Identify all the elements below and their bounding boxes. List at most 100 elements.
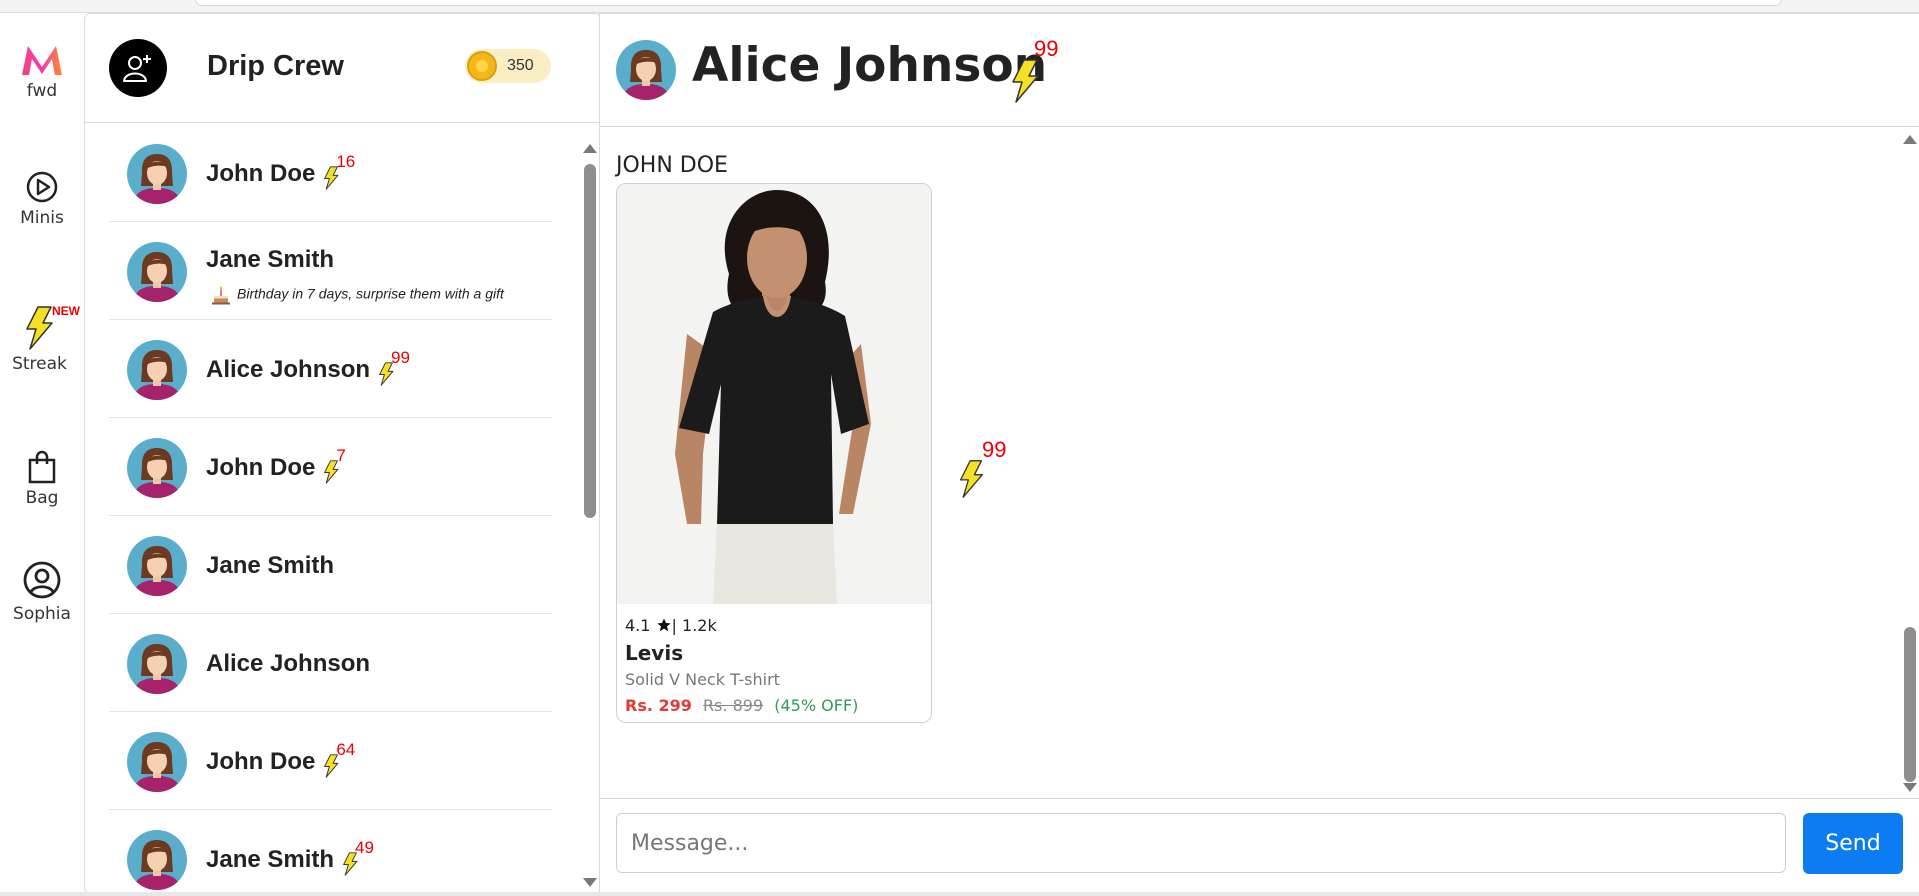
product-brand: Levis	[625, 641, 684, 665]
streak-indicator: 49	[340, 838, 374, 876]
avatar	[127, 830, 187, 890]
nav-label-minis: Minis	[20, 208, 64, 228]
product-mrp: Rs. 899	[702, 696, 764, 715]
scrollbar-thumb[interactable]	[584, 164, 596, 518]
nav-item-streak[interactable]: NEW Streak	[0, 304, 84, 374]
streak-indicator: 64	[321, 740, 355, 778]
message-composer: Send	[600, 798, 1919, 894]
contact-item[interactable]: Jane Smith	[109, 516, 552, 614]
rating-value: 4.1	[625, 616, 651, 635]
contacts-panel: Drip Crew 350 John Doe 16 Jane Smith Birthd…	[84, 13, 601, 894]
side-nav: fwd Minis NEW Streak Bag Sophia	[0, 13, 84, 896]
scroll-up-arrow-icon[interactable]	[1903, 135, 1917, 144]
shopping-bag-icon	[28, 450, 56, 484]
chat-scrollbar[interactable]	[1902, 127, 1918, 797]
contact-item[interactable]: Jane Smith Birthday in 7 days, surprise t…	[109, 222, 552, 320]
nav-item-fwd[interactable]: fwd	[0, 43, 84, 101]
send-button[interactable]: Send	[1803, 813, 1903, 874]
play-circle-icon	[26, 171, 58, 203]
contact-name-text: Jane Smith	[206, 846, 335, 873]
product-card[interactable]: 4.1 | 1.2k Levis Solid V Neck T-shirt Rs…	[616, 183, 932, 723]
contact-list-scrollbar[interactable]	[583, 124, 597, 893]
browser-top-bar	[0, 0, 1919, 13]
contact-name-text: Jane Smith	[206, 246, 335, 273]
avatar	[127, 144, 187, 204]
streak-count: 7	[336, 445, 346, 465]
nav-item-profile[interactable]: Sophia	[0, 560, 84, 624]
add-user-icon	[123, 55, 151, 82]
avatar	[127, 340, 187, 400]
contact-subtitle-text: Birthday in 7 days, surprise them with a…	[237, 285, 504, 302]
myntra-logo-icon	[22, 46, 62, 75]
streak-count: 99	[391, 347, 410, 367]
message-input[interactable]	[616, 813, 1786, 873]
scrollbar-thumb[interactable]	[1904, 627, 1916, 782]
contact-item[interactable]: John Doe 7	[109, 418, 552, 516]
avatar	[127, 536, 187, 596]
address-bar[interactable]	[195, 0, 1782, 6]
product-image[interactable]	[617, 184, 931, 604]
scroll-down-arrow-icon[interactable]	[583, 878, 597, 887]
nav-label-bag: Bag	[25, 488, 59, 508]
chat-header: Alice Johnson 99	[600, 14, 1919, 127]
contact-name-text: Alice Johnson	[206, 356, 371, 383]
group-header: Drip Crew 350	[85, 14, 600, 123]
nav-label-streak: Streak	[12, 354, 67, 374]
coin-count: 350	[507, 57, 534, 74]
coin-icon	[467, 51, 497, 81]
contact-name: John Doe 7	[206, 446, 355, 484]
contact-name: Alice Johnson 99	[206, 348, 410, 386]
contact-item[interactable]: Alice Johnson	[109, 614, 552, 712]
chat-contact-name: Alice Johnson	[692, 38, 1048, 93]
streak-count: 99	[1034, 36, 1059, 61]
avatar	[127, 242, 187, 302]
nav-label-profile: Sophia	[13, 604, 71, 624]
contact-name: John Doe 16	[206, 152, 355, 190]
add-member-button[interactable]	[109, 39, 167, 97]
chat-panel: Alice Johnson 99 JOHN DOE 4.1 | 1.2k Lev…	[599, 13, 1919, 894]
star-icon	[656, 618, 671, 632]
contact-item[interactable]: John Doe 64	[109, 712, 552, 810]
contact-name-text: John Doe	[206, 160, 316, 187]
contact-name: Alice Johnson	[206, 650, 370, 678]
birthday-cake-icon	[212, 286, 230, 305]
contact-list: John Doe 16 Jane Smith Birthday in 7 days, …	[85, 124, 583, 893]
avatar[interactable]	[616, 40, 676, 100]
contact-item[interactable]: Jane Smith 49	[109, 810, 552, 893]
avatar	[127, 438, 187, 498]
nav-item-minis[interactable]: Minis	[0, 170, 84, 228]
lightning-icon	[959, 460, 983, 498]
streak-indicator: 99	[376, 348, 410, 386]
streak-count: 64	[336, 739, 356, 759]
contact-item[interactable]: Alice Johnson 99	[109, 320, 552, 418]
product-discount: (45% OFF)	[774, 696, 859, 715]
message-sender: JOHN DOE	[616, 153, 728, 178]
product-price: Rs. 299	[625, 696, 692, 715]
product-rating: 4.1 | 1.2k	[625, 616, 717, 635]
scroll-down-arrow-icon[interactable]	[1903, 783, 1917, 792]
contact-name: Jane Smith	[206, 552, 334, 580]
product-pricing: Rs. 299 Rs. 899 (45% OFF)	[625, 696, 858, 715]
contact-name: Jane Smith 49	[206, 838, 374, 876]
user-circle-icon	[23, 561, 61, 599]
nav-item-bag[interactable]: Bag	[0, 450, 84, 508]
new-badge: NEW	[52, 304, 80, 318]
contact-item[interactable]: John Doe 16	[109, 124, 552, 222]
streak-indicator: 7	[321, 446, 355, 484]
message-streak-indicator: 99	[958, 437, 1018, 507]
nav-label-fwd: fwd	[26, 81, 58, 101]
chat-streak-indicator: 99	[1010, 36, 1070, 106]
avatar	[127, 634, 187, 694]
contact-name-text: John Doe	[206, 454, 316, 481]
lightning-icon	[1012, 59, 1039, 103]
contact-name-text: Alice Johnson	[206, 650, 371, 677]
contact-name-text: Jane Smith	[206, 552, 335, 579]
streak-count: 16	[336, 151, 356, 171]
contact-name: Jane Smith	[206, 246, 334, 274]
streak-count: 49	[355, 837, 374, 857]
streak-indicator: 16	[321, 152, 355, 190]
product-description: Solid V Neck T-shirt	[625, 670, 780, 689]
scroll-up-arrow-icon[interactable]	[583, 144, 597, 153]
avatar	[127, 732, 187, 792]
coin-balance[interactable]: 350	[465, 49, 551, 83]
